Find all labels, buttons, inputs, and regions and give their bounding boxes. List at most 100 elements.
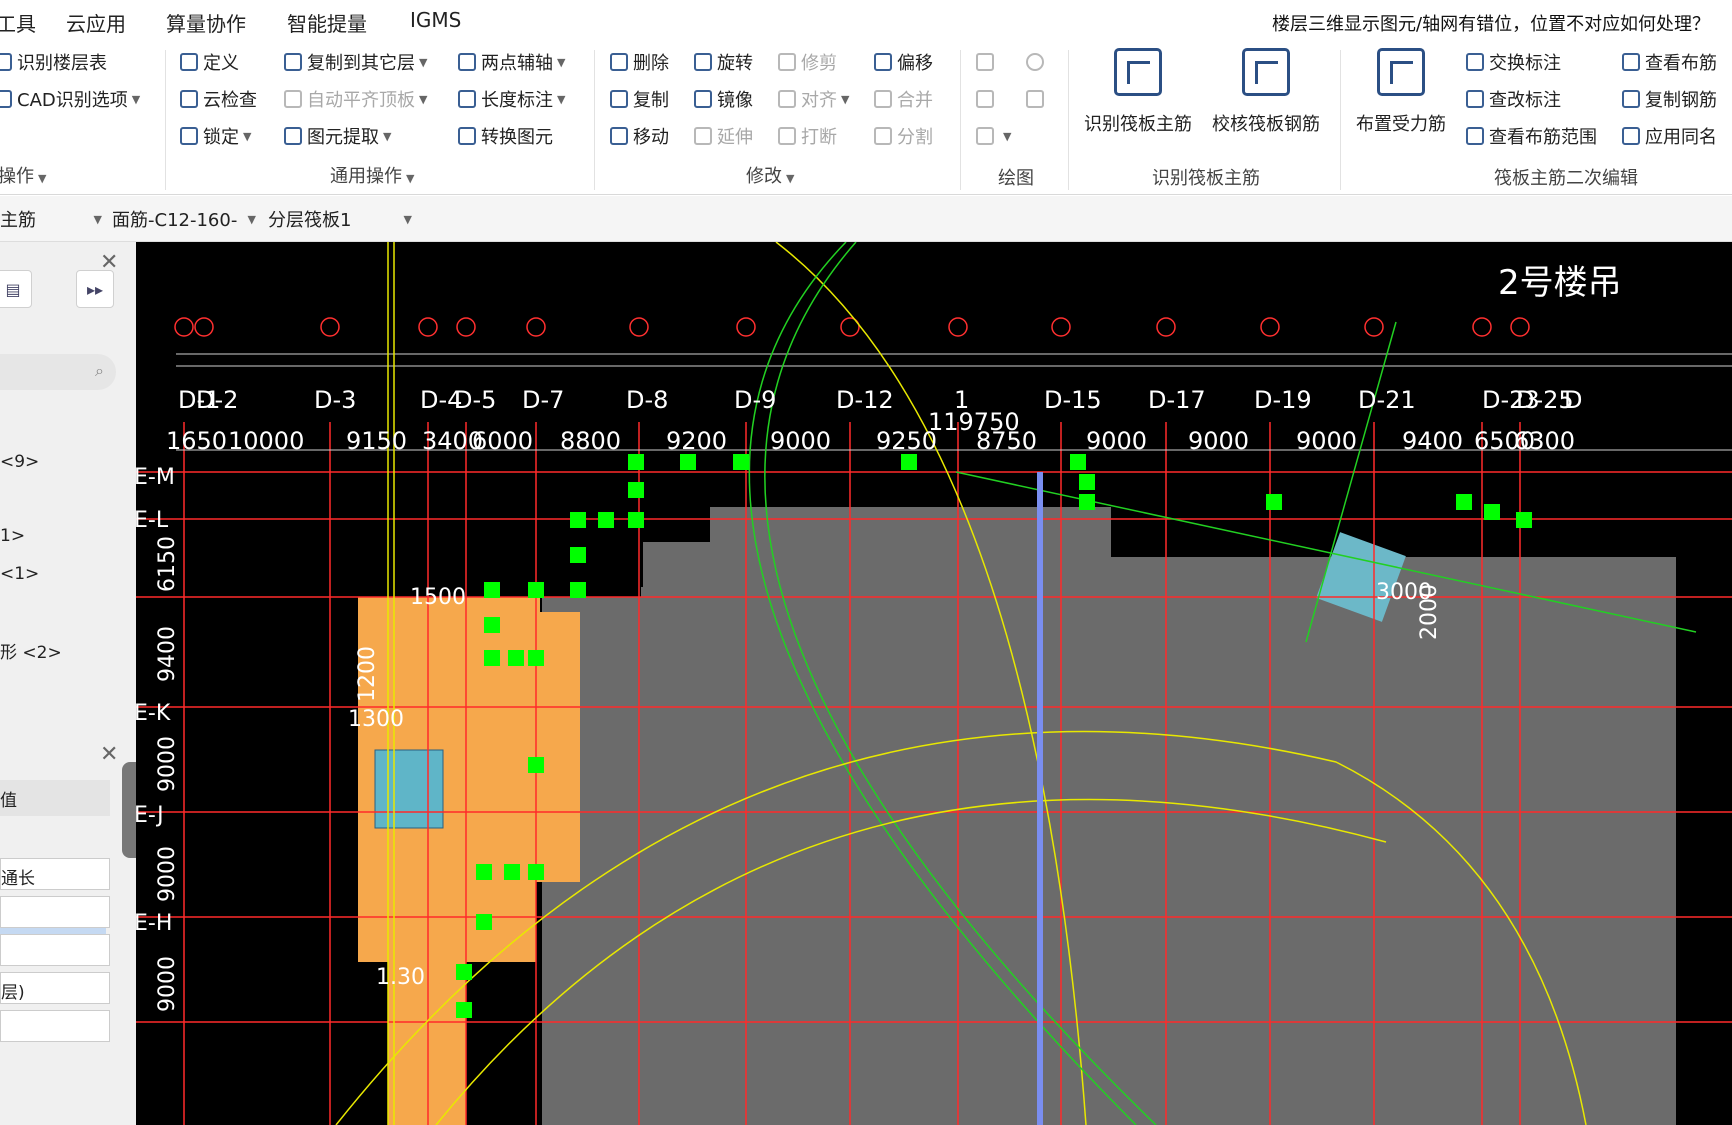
property-field[interactable] — [0, 1010, 110, 1042]
auto-align-top-button[interactable]: 自动平齐顶板 ▼ — [284, 85, 427, 113]
define-icon — [180, 53, 198, 71]
search-icon: ⌕ — [95, 361, 104, 380]
break-button[interactable]: 打断 — [778, 122, 837, 150]
length-dimension-button[interactable]: 长度标注 ▼ — [458, 85, 565, 113]
dimension-label: 9000 — [1188, 427, 1249, 455]
menu-smart-takeoff[interactable]: 智能提量 — [287, 8, 367, 37]
identify-floor-table-button[interactable]: 识别楼层表 — [0, 48, 107, 76]
dimension-label: 10000 — [228, 427, 304, 455]
property-field[interactable]: 通长 — [0, 858, 110, 890]
view-rebar-button[interactable]: 查看布筋 — [1622, 48, 1717, 76]
property-field[interactable] — [0, 896, 110, 928]
copy-rebar-button[interactable]: 复制钢筋 — [1622, 85, 1717, 113]
property-field[interactable] — [0, 934, 110, 966]
extract-icon — [284, 127, 302, 145]
apply-same-name-button[interactable]: 应用同名 — [1622, 122, 1717, 150]
rotate-button[interactable]: 旋转 — [694, 48, 753, 76]
identify-raft-main-rebar-button[interactable]: 识别筏板主筋 — [1084, 48, 1192, 136]
draw-rect-button[interactable] — [1026, 85, 1049, 113]
trim-button[interactable]: 修剪 — [778, 48, 837, 76]
close-icon[interactable]: ✕ — [100, 742, 118, 767]
cad-options-button[interactable]: CAD识别选项 ▼ — [0, 85, 140, 113]
draw-circle-button[interactable] — [1026, 48, 1049, 76]
lock-button[interactable]: 锁定 ▼ — [180, 122, 251, 150]
dimension-label: 9200 — [666, 427, 727, 455]
merge-button[interactable]: 合并 — [874, 85, 933, 113]
rebar-spec-select[interactable]: 面筋-C12-160- ▼ — [112, 204, 260, 234]
row-label: E-L — [136, 508, 169, 533]
place-rebar-icon — [1377, 48, 1425, 96]
rectangle-icon — [1026, 90, 1044, 108]
annotation-text: 1300 — [348, 707, 404, 732]
lock-icon — [180, 127, 198, 145]
copy-rebar-icon — [1622, 90, 1640, 108]
layer-select[interactable]: 分层筏板1 ▼ — [268, 204, 416, 234]
mirror-icon — [694, 90, 712, 108]
annotation-text: 1.30 — [376, 965, 425, 990]
align-button[interactable]: 对齐 ▼ — [778, 85, 849, 113]
group-label-identify-raft: 识别筏板主筋 — [1152, 168, 1260, 189]
cloud-check-button[interactable]: 云检查 — [180, 85, 257, 113]
copy-to-other-floor-button[interactable]: 复制到其它层 ▼ — [284, 48, 427, 76]
menu-bar: 工具 云应用 算量协作 智能提量 IGMS 楼层三维显示图元/轴网有错位，位置不… — [0, 0, 1732, 42]
axis-label: D — [1564, 386, 1582, 414]
place-rebar-button[interactable]: 布置受力筋 — [1356, 48, 1446, 136]
layer-icon[interactable]: ▤ — [0, 270, 32, 308]
draw-point-button[interactable] — [976, 48, 999, 76]
dimension-icon — [458, 90, 476, 108]
group-divider — [960, 50, 961, 190]
property-field[interactable]: 层) — [0, 972, 110, 1004]
menu-collaboration[interactable]: 算量协作 — [166, 8, 246, 37]
swap-annotation-button[interactable]: 交换标注 — [1466, 48, 1561, 76]
cad-canvas[interactable]: D-1 D-2 D-3 D-4 D-5 D-7 D-8 D-9 D-12 1 D… — [136, 242, 1732, 1125]
offset-button[interactable]: 偏移 — [874, 48, 933, 76]
group-label-modify[interactable]: 修改 ▼ — [746, 162, 794, 188]
extract-element-button[interactable]: 图元提取 ▼ — [284, 122, 391, 150]
line-icon — [976, 90, 994, 108]
define-button[interactable]: 定义 — [180, 48, 239, 76]
convert-element-button[interactable]: 转换图元 — [458, 122, 553, 150]
trash-icon — [610, 53, 628, 71]
raft-slab[interactable] — [542, 507, 1676, 1125]
mirror-button[interactable]: 镜像 — [694, 85, 753, 113]
list-item[interactable]: 形 <2> — [0, 638, 62, 663]
list-item[interactable]: 1> — [0, 526, 25, 546]
check-raft-rebar-button[interactable]: 校核筏板钢筋 — [1212, 48, 1320, 136]
move-button[interactable]: 移动 — [610, 122, 669, 150]
chevron-down-icon: ▼ — [93, 212, 102, 226]
collapse-panel-handle[interactable] — [122, 762, 136, 858]
axis-label: D-17 — [1148, 386, 1206, 414]
view-rebar-icon — [1622, 53, 1640, 71]
axis-label: D-21 — [1358, 386, 1416, 414]
split-button[interactable]: 分割 — [874, 122, 933, 150]
axis-label: D-3 — [314, 386, 356, 414]
menu-igms[interactable]: IGMS — [410, 8, 461, 32]
two-point-axis-button[interactable]: 两点辅轴 ▼ — [458, 48, 565, 76]
list-item[interactable]: <1> — [0, 564, 39, 584]
group-divider — [1068, 50, 1069, 190]
dimension-label: 9150 — [346, 427, 407, 455]
group-label-raft-edit: 筏板主筋二次编辑 — [1494, 168, 1638, 189]
search-input[interactable]: ⌕ — [0, 354, 116, 390]
copy-button[interactable]: 复制 — [610, 85, 669, 113]
menu-cloud-apps[interactable]: 云应用 — [66, 8, 126, 37]
edit-annotation-button[interactable]: 查改标注 — [1466, 85, 1561, 113]
building-label: 2号楼吊 — [1498, 263, 1622, 303]
dimension-label: 1650 — [166, 427, 227, 455]
group-label-common-ops[interactable]: 通用操作 ▼ — [330, 162, 414, 188]
axis-icon — [458, 53, 476, 71]
chevron-down-icon: ▼ — [403, 212, 412, 226]
element-type-select[interactable]: 主筋 ▼ — [0, 204, 106, 234]
delete-button[interactable]: 删除 — [610, 48, 669, 76]
draw-arc-button[interactable]: ▼ — [976, 122, 1011, 150]
list-item[interactable]: <9> — [0, 452, 39, 472]
group-label-operation[interactable]: 操作 ▼ — [0, 162, 46, 188]
arc-icon — [976, 127, 994, 145]
help-question-link[interactable]: 楼层三维显示图元/轴网有错位，位置不对应如何处理？ — [1272, 10, 1710, 36]
expand-icon[interactable]: ▸▸ — [76, 270, 114, 308]
extend-button[interactable]: 延伸 — [694, 122, 753, 150]
menu-tools[interactable]: 工具 — [0, 8, 36, 37]
view-rebar-range-button[interactable]: 查看布筋范围 — [1466, 122, 1597, 150]
draw-line-button[interactable] — [976, 85, 999, 113]
row-dim-label: 9000 — [155, 956, 180, 1012]
